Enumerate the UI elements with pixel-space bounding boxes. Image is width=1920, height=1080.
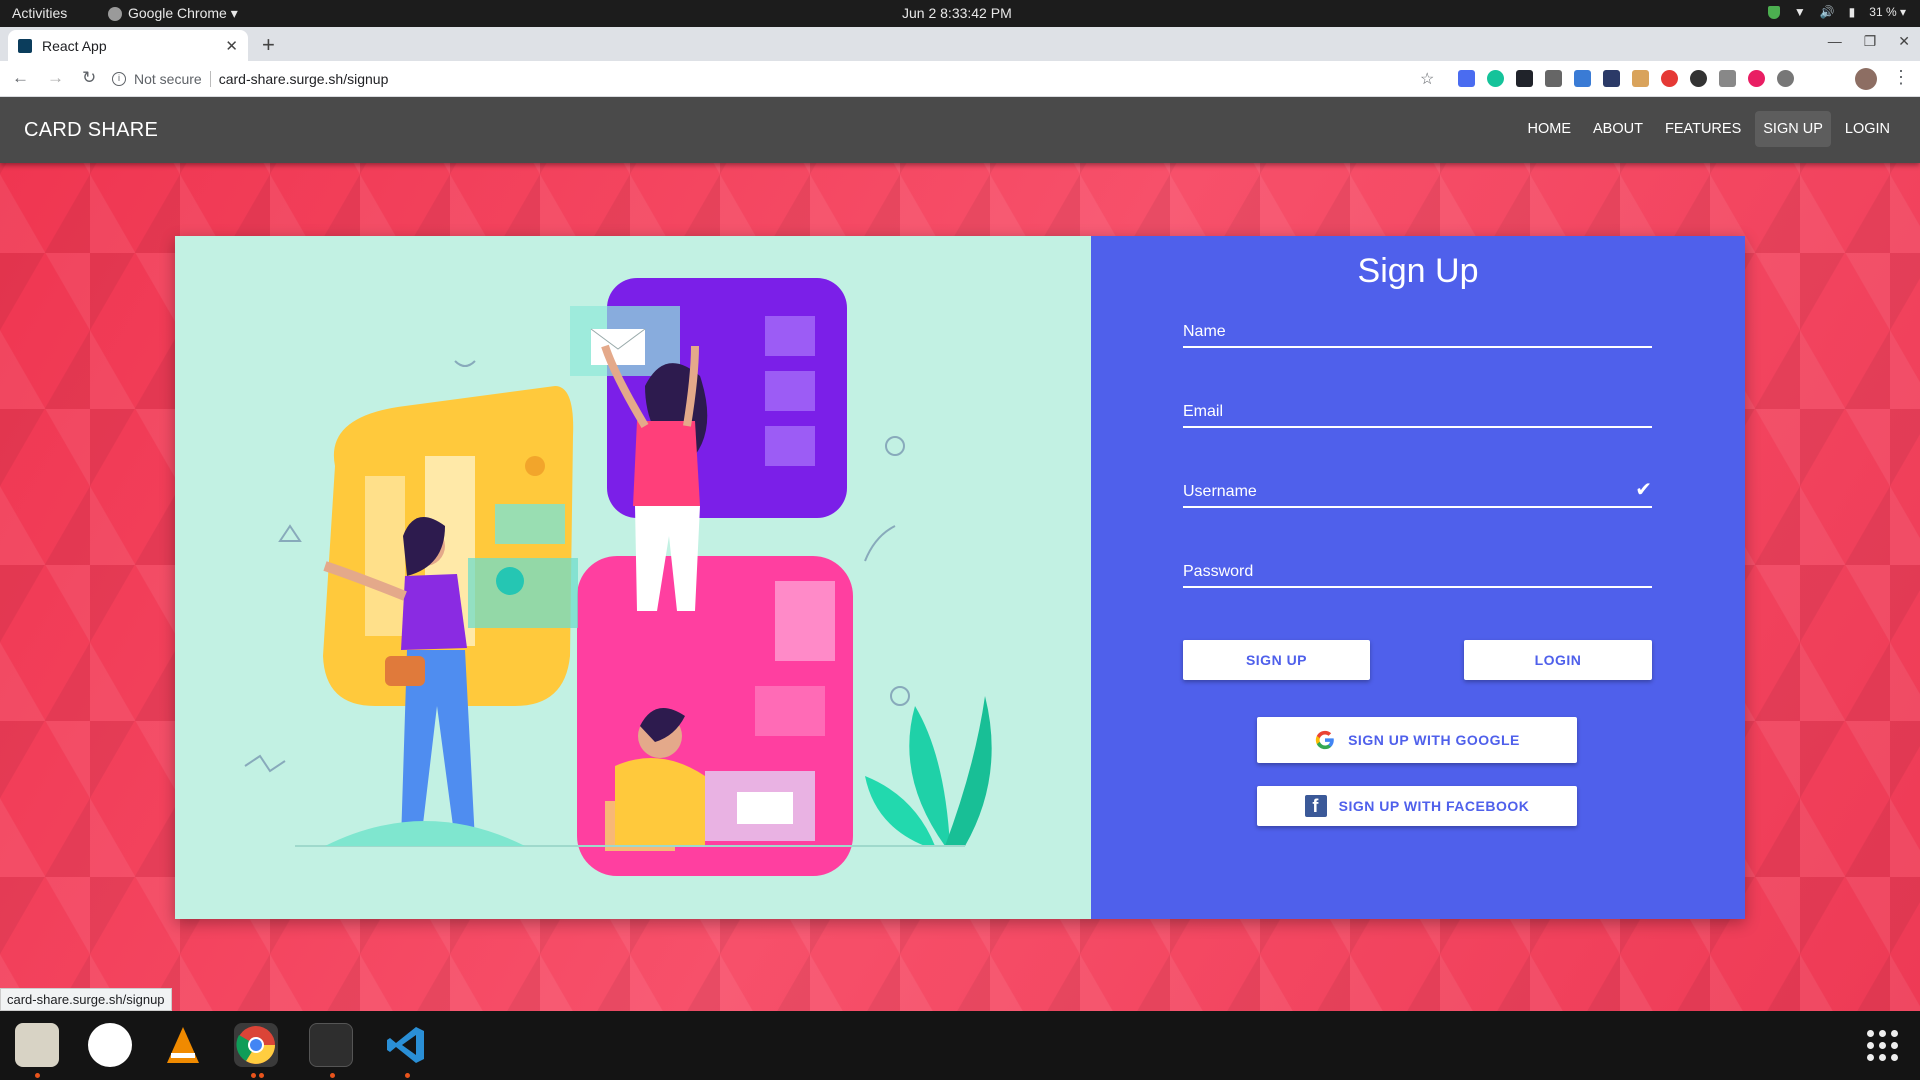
new-tab-button[interactable]: +: [262, 32, 275, 58]
illustration-panel: [175, 236, 1091, 919]
signup-button[interactable]: SIGN UP: [1183, 640, 1370, 680]
main-nav: HOME ABOUT FEATURES SIGN UP LOGIN: [1520, 111, 1898, 147]
extension-adblock-icon[interactable]: [1661, 70, 1678, 87]
react-favicon-icon: [18, 38, 32, 53]
extension-camera-icon[interactable]: [1719, 70, 1736, 87]
wifi-icon: ▼: [1793, 5, 1806, 19]
slack-icon[interactable]: [88, 1023, 132, 1067]
extension-grammarly-icon[interactable]: [1487, 70, 1504, 87]
people-with-cards-illustration: [244, 278, 992, 876]
extension-calendar-icon[interactable]: [1458, 70, 1475, 87]
facebook-signup-button[interactable]: f SIGN UP WITH FACEBOOK: [1257, 786, 1577, 826]
show-applications-icon[interactable]: [1867, 1030, 1898, 1061]
close-window-icon[interactable]: ✕: [1898, 33, 1910, 50]
form-title: Sign Up: [1357, 252, 1479, 290]
nav-buttons: ← → ↻: [12, 68, 96, 88]
files-icon[interactable]: [15, 1023, 59, 1067]
nav-about[interactable]: ABOUT: [1585, 111, 1651, 147]
page-viewport: CARD SHARE HOME ABOUT FEATURES SIGN UP L…: [0, 97, 1920, 1011]
minimize-icon[interactable]: —: [1828, 33, 1842, 50]
nav-features[interactable]: FEATURES: [1657, 111, 1749, 147]
extension-box-icon[interactable]: [1603, 70, 1620, 87]
extensions-area: [1458, 70, 1794, 87]
back-icon[interactable]: ←: [12, 68, 29, 88]
battery-label: 31 % ▾: [1869, 5, 1906, 19]
nav-home[interactable]: HOME: [1520, 111, 1580, 147]
chrome-dock-icon[interactable]: [234, 1023, 278, 1067]
name-field[interactable]: Name: [1183, 308, 1652, 348]
extension-gray-icon[interactable]: [1777, 70, 1794, 87]
reload-icon[interactable]: ↻: [82, 68, 96, 88]
nav-signup[interactable]: SIGN UP: [1755, 111, 1831, 147]
browser-toolbar: ← → ↻ i Not secure card-share.surge.sh/s…: [0, 61, 1920, 97]
running-indicator: [259, 1073, 264, 1078]
signup-card: Sign Up Name Email Username ✔ Password S…: [175, 236, 1745, 919]
vlc-icon[interactable]: [161, 1023, 205, 1067]
status-bar-url: card-share.surge.sh/signup: [0, 988, 172, 1011]
clock[interactable]: Jun 2 8:33:42 PM: [902, 5, 1012, 21]
password-field[interactable]: Password: [1183, 548, 1652, 588]
running-indicator: [405, 1073, 410, 1078]
password-label: Password: [1183, 563, 1254, 580]
bookmark-star-icon[interactable]: ☆: [1420, 69, 1434, 89]
app-menu-label: Google Chrome ▾: [128, 5, 238, 21]
system-tray[interactable]: ▼ 🔊 ▮ 31 % ▾: [1767, 5, 1906, 19]
volume-icon: 🔊: [1819, 5, 1835, 19]
extension-json-icon[interactable]: [1545, 70, 1562, 87]
extension-moon-icon[interactable]: [1690, 70, 1707, 87]
username-label: Username: [1183, 483, 1257, 500]
nav-login[interactable]: LOGIN: [1837, 111, 1898, 147]
shield-icon: [1767, 5, 1780, 19]
not-secure-label: Not secure: [134, 71, 202, 87]
brand-title[interactable]: CARD SHARE: [24, 119, 158, 142]
name-label: Name: [1183, 323, 1226, 340]
email-field[interactable]: Email: [1183, 388, 1652, 428]
signup-form-panel: Sign Up Name Email Username ✔ Password S…: [1091, 236, 1745, 919]
checkmark-icon: ✔: [1635, 479, 1652, 501]
running-indicator: [330, 1073, 335, 1078]
chrome-icon: [108, 6, 122, 21]
app-bar: CARD SHARE HOME ABOUT FEATURES SIGN UP L…: [0, 97, 1920, 163]
vscode-icon[interactable]: [384, 1023, 428, 1067]
facebook-button-label: SIGN UP WITH FACEBOOK: [1338, 798, 1530, 814]
dock: [0, 1011, 1920, 1080]
running-indicator: [251, 1073, 256, 1078]
email-label: Email: [1183, 403, 1224, 420]
username-field[interactable]: Username ✔: [1183, 468, 1652, 508]
extension-face-icon[interactable]: [1632, 70, 1649, 87]
extension-pen-icon[interactable]: [1574, 70, 1591, 87]
login-button[interactable]: LOGIN: [1464, 640, 1652, 680]
running-indicator: [35, 1073, 40, 1078]
extension-react-devtools-icon[interactable]: [1516, 70, 1533, 87]
address-bar[interactable]: i Not secure card-share.surge.sh/signup: [112, 65, 1412, 93]
terminal-icon[interactable]: [309, 1023, 353, 1067]
app-menu[interactable]: Google Chrome ▾: [108, 5, 238, 22]
facebook-icon: f: [1304, 795, 1327, 817]
restore-icon[interactable]: ❐: [1864, 33, 1877, 50]
menu-kebab-icon[interactable]: ⋮: [1892, 67, 1910, 88]
window-controls: — ❐ ✕: [1828, 33, 1910, 50]
activities-button[interactable]: Activities: [12, 5, 67, 21]
google-button-label: SIGN UP WITH GOOGLE: [1348, 732, 1520, 748]
forward-icon[interactable]: →: [47, 68, 64, 88]
info-icon[interactable]: i: [112, 72, 126, 86]
url-text[interactable]: card-share.surge.sh/signup: [219, 71, 389, 87]
tab-close-icon[interactable]: ✕: [225, 37, 238, 55]
google-signup-button[interactable]: SIGN UP WITH GOOGLE: [1257, 717, 1577, 763]
extension-red-icon[interactable]: [1748, 70, 1765, 87]
system-top-bar: Activities Google Chrome ▾ Jun 2 8:33:42…: [0, 0, 1920, 27]
tab-strip: React App ✕ + — ❐ ✕: [0, 27, 1920, 61]
google-icon: [1315, 730, 1334, 750]
browser-tab[interactable]: React App ✕: [8, 30, 248, 61]
tab-title: React App: [42, 37, 107, 54]
divider: [209, 71, 211, 87]
battery-icon: ▮: [1848, 5, 1856, 19]
profile-avatar[interactable]: [1855, 68, 1877, 90]
